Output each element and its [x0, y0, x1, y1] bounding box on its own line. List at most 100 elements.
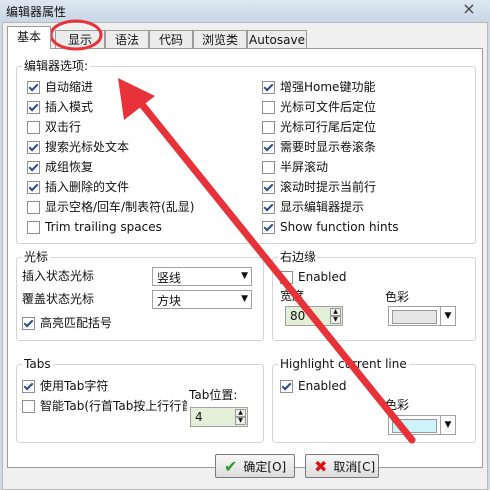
- left-checkbox-5[interactable]: 插入删除的文件: [27, 179, 129, 195]
- overwrite-cursor-select[interactable]: 方块 ▼: [152, 290, 252, 309]
- checkmark-icon: ✔: [224, 456, 238, 476]
- right-label-1: 光标可文件后定位: [280, 100, 377, 114]
- left-checkbox-1[interactable]: 插入模式: [27, 99, 93, 115]
- right-label-5: 滚动时提示当前行: [280, 180, 377, 194]
- left-label-3: 搜索光标处文本: [45, 140, 130, 154]
- cancel-button[interactable]: ✖ 取消[C]: [305, 454, 379, 478]
- left-label-0: 自动缩进: [45, 80, 94, 94]
- use-tab-label: 使用Tab字符: [40, 379, 109, 393]
- right-checkbox-7[interactable]: Show function hints: [262, 219, 399, 235]
- right-checkbox-3[interactable]: 需要时显示卷滚条: [262, 139, 376, 155]
- left-checkbox-2[interactable]: 双击行: [27, 119, 81, 135]
- tab-display[interactable]: 显示: [55, 30, 105, 48]
- highlight-color-picker[interactable]: ▼: [388, 415, 456, 435]
- checkbox-box: [262, 120, 275, 134]
- insert-cursor-value: 竖线: [157, 271, 182, 285]
- cursor-title: 光标: [22, 249, 51, 265]
- highlight-brackets-label: 高亮匹配括号: [40, 316, 113, 330]
- tab-basic[interactable]: 基本: [7, 26, 51, 49]
- tabs-group: Tabs 使用Tab字符 智能Tab(行首Tab按上行行首 Tab位置: 4 ▲…: [16, 356, 264, 443]
- left-checkbox-0[interactable]: 自动缩进: [27, 79, 93, 95]
- highlight-line-enabled-checkbox[interactable]: Enabled: [280, 378, 347, 394]
- right-margin-enabled-checkbox[interactable]: Enabled: [280, 269, 347, 285]
- right-checkbox-2[interactable]: 光标可行尾后定位: [262, 119, 376, 135]
- left-checkbox-6[interactable]: 显示空格/回车/制表符(乱显): [27, 199, 194, 215]
- right-checkbox-5[interactable]: 滚动时提示当前行: [262, 179, 376, 195]
- properties-dialog: 基本 显示 语法 代码 浏览类 Autosave 编辑器选项: 自动缩进 插入模式…: [2, 22, 488, 490]
- checkbox-box: [27, 220, 40, 234]
- spin-up-icon[interactable]: ▲: [330, 308, 341, 316]
- right-checkbox-6[interactable]: 显示编辑器提示: [262, 199, 364, 215]
- checkbox-box: [262, 80, 275, 94]
- right-label-3: 需要时显示卷滚条: [280, 140, 377, 154]
- checkbox-box: [22, 399, 35, 413]
- smart-tab-label: 智能Tab(行首Tab按上行行首: [40, 399, 187, 413]
- cursor-group: 光标 插入状态光标 竖线 ▼ 覆盖状态光标 方块 ▼ 高亮匹配括号: [16, 249, 264, 341]
- smart-tab-checkbox[interactable]: 智能Tab(行首Tab按上行行首: [22, 398, 187, 414]
- checkbox-box: [262, 160, 275, 174]
- left-checkbox-3[interactable]: 搜索光标处文本: [27, 139, 129, 155]
- overwrite-cursor-value: 方块: [157, 294, 182, 308]
- highlight-line-title: Highlight current line: [278, 356, 409, 372]
- right-label-2: 光标可行尾后定位: [280, 120, 377, 134]
- checkbox-box: [22, 379, 35, 393]
- left-label-7: Trim trailing spaces: [45, 220, 162, 234]
- right-margin-group: 右边缘 Enabled 宽度 80 ▲ ▼ 色彩 ▼: [272, 249, 476, 341]
- checkbox-box: [262, 200, 275, 214]
- use-tab-checkbox[interactable]: 使用Tab字符: [22, 378, 108, 394]
- checkbox-box: [27, 120, 40, 134]
- right-checkbox-0[interactable]: 增强Home键功能: [262, 79, 375, 95]
- checkbox-box: [262, 100, 275, 114]
- left-checkbox-7[interactable]: Trim trailing spaces: [27, 219, 162, 235]
- margin-color-picker[interactable]: ▼: [388, 306, 456, 326]
- ok-button[interactable]: ✔ 确定[O]: [215, 454, 295, 478]
- right-checkbox-1[interactable]: 光标可文件后定位: [262, 99, 376, 115]
- tab-position-spinner[interactable]: 4 ▲ ▼: [190, 407, 248, 427]
- right-margin-enabled-label: Enabled: [298, 270, 347, 284]
- checkbox-box: [280, 270, 293, 284]
- checkbox-box: [262, 180, 275, 194]
- editor-options-group: 编辑器选项: 自动缩进 插入模式 双击行 搜索光标处文本 成组恢复 插入删除的文件 显示空格…: [16, 58, 476, 244]
- overwrite-cursor-label: 覆盖状态光标: [22, 292, 95, 306]
- chevron-down-icon: ▼: [241, 294, 248, 304]
- spin-down-icon[interactable]: ▼: [330, 316, 341, 324]
- right-checkbox-4[interactable]: 半屏滚动: [262, 159, 328, 175]
- right-label-7: Show function hints: [280, 220, 399, 234]
- margin-color-label: 色彩: [385, 290, 410, 304]
- left-checkbox-4[interactable]: 成组恢复: [27, 159, 93, 175]
- tab-syntax[interactable]: 语法: [105, 30, 149, 48]
- tab-autosave[interactable]: Autosave: [247, 30, 307, 48]
- tabs-title: Tabs: [22, 356, 53, 372]
- chevron-down-icon: ▼: [440, 307, 455, 325]
- checkbox-box: [27, 200, 40, 214]
- width-label: 宽度: [280, 289, 305, 303]
- checkbox-box: [262, 220, 275, 234]
- ok-button-label: 确定[O]: [243, 459, 287, 474]
- width-spinner[interactable]: 80 ▲ ▼: [285, 306, 343, 326]
- tab-browse-class[interactable]: 浏览类: [193, 30, 247, 48]
- left-label-4: 成组恢复: [45, 160, 94, 174]
- checkbox-box: [27, 180, 40, 194]
- right-label-0: 增强Home键功能: [280, 80, 376, 94]
- highlight-line-enabled-label: Enabled: [298, 379, 347, 393]
- chevron-down-icon: ▼: [440, 416, 455, 434]
- tab-code[interactable]: 代码: [149, 30, 193, 48]
- spin-up-icon[interactable]: ▲: [235, 409, 246, 417]
- highlight-color-label: 色彩: [385, 398, 410, 412]
- checkbox-box: [27, 100, 40, 114]
- close-icon[interactable]: ×: [458, 0, 480, 20]
- insert-cursor-select[interactable]: 竖线 ▼: [152, 267, 252, 286]
- left-label-2: 双击行: [45, 120, 82, 134]
- right-label-6: 显示编辑器提示: [280, 200, 365, 214]
- width-value: 80: [290, 309, 306, 323]
- chevron-down-icon: ▼: [241, 271, 248, 281]
- tab-position-label: Tab位置:: [189, 388, 238, 402]
- left-label-5: 插入删除的文件: [45, 180, 130, 194]
- highlight-brackets-checkbox[interactable]: 高亮匹配括号: [22, 315, 112, 331]
- color-swatch: [392, 419, 437, 433]
- spin-down-icon[interactable]: ▼: [235, 417, 246, 425]
- right-label-4: 半屏滚动: [280, 160, 329, 174]
- checkbox-box: [27, 140, 40, 154]
- checkbox-box: [22, 316, 35, 330]
- highlight-line-group: Highlight current line Enabled 色彩 ▼: [272, 356, 476, 443]
